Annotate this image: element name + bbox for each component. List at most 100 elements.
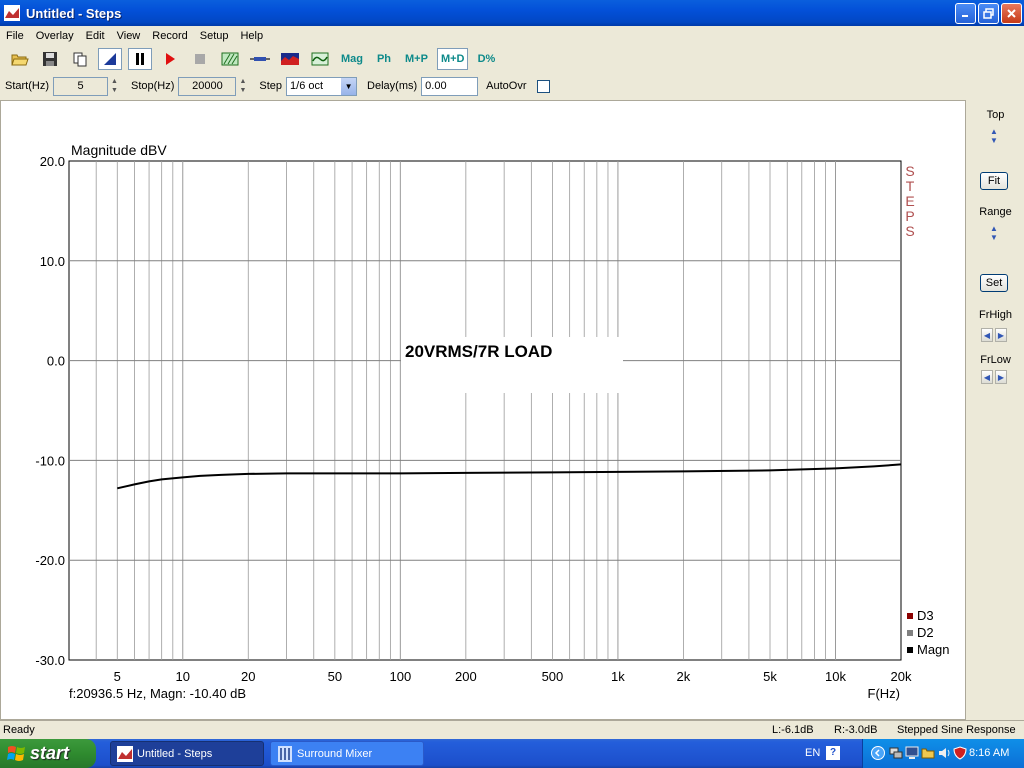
- chart-annotation: 20VRMS/7R LOAD: [405, 342, 552, 361]
- stop-input[interactable]: 20000: [178, 76, 237, 96]
- spin-up-icon: ▲: [990, 224, 998, 233]
- start-label: Start(Hz): [5, 80, 49, 92]
- floppy-icon: [43, 52, 57, 66]
- ph-button[interactable]: Ph: [372, 48, 396, 70]
- pattern-button[interactable]: [218, 48, 242, 70]
- task-steps[interactable]: Untitled - Steps: [110, 741, 264, 766]
- windows-logo-icon: [7, 746, 25, 761]
- app-icon: [4, 5, 20, 21]
- x-tick-label: 20k: [891, 669, 912, 684]
- start-label: start: [30, 743, 70, 763]
- start-spinner[interactable]: ▲ ▼: [108, 77, 121, 96]
- frhigh-label: FrHigh: [978, 309, 1012, 321]
- folder-icon[interactable]: [921, 746, 935, 760]
- probe-button[interactable]: [248, 48, 272, 70]
- chevron-left-icon[interactable]: [871, 746, 885, 760]
- y-tick-label: -20.0: [35, 553, 65, 568]
- shield-icon[interactable]: [953, 746, 967, 760]
- speaker-icon[interactable]: [937, 746, 951, 760]
- copy-button[interactable]: [68, 48, 92, 70]
- autoovr-checkbox[interactable]: [536, 79, 550, 93]
- play-button[interactable]: [158, 48, 182, 70]
- range-spinner[interactable]: ▲ ▼: [986, 224, 1002, 256]
- stop-spinner[interactable]: ▲ ▼: [236, 77, 249, 96]
- dpct-button[interactable]: D%: [474, 48, 498, 70]
- network-icon[interactable]: [889, 746, 903, 760]
- x-tick-label: 2k: [677, 669, 691, 684]
- fit-button[interactable]: Fit: [980, 172, 1008, 190]
- status-right-level: R:-3.0dB: [834, 724, 878, 736]
- legend-swatch: [907, 613, 913, 619]
- x-tick-label: 200: [455, 669, 477, 684]
- status-bar: Ready L:-6.1dB R:-3.0dB Stepped Sine Res…: [0, 720, 1024, 739]
- range-label: Range: [979, 206, 1012, 218]
- chevron-left-icon[interactable]: ◀: [981, 328, 993, 342]
- menu-view[interactable]: View: [111, 30, 147, 42]
- spectrum-button[interactable]: [278, 48, 302, 70]
- spin-up-icon: ▲: [111, 77, 118, 85]
- x-axis-label: F(Hz): [868, 686, 901, 701]
- step-select[interactable]: 1/6 oct ▼: [286, 76, 358, 96]
- spin-up-icon: ▲: [990, 127, 998, 136]
- probe-icon: [250, 57, 270, 61]
- magnitude-chart: 20.0 10.0 0.0 -10.0 -20.0 -30.0 5 10 20 50 100 200 5…: [35, 142, 949, 701]
- status-mode: Stepped Sine Response: [897, 724, 1016, 736]
- y-tick-label: 10.0: [40, 254, 65, 269]
- spin-down-icon: ▼: [239, 87, 247, 94]
- menu-record[interactable]: Record: [146, 30, 193, 42]
- plot-area[interactable]: 20.0 10.0 0.0 -10.0 -20.0 -30.0 5 10 20 50 100 200 5…: [0, 100, 966, 720]
- close-button[interactable]: [1001, 3, 1022, 24]
- delay-input[interactable]: 0.00: [421, 76, 479, 96]
- spin-down-icon: ▼: [990, 136, 998, 145]
- spin-up-icon: ▲: [239, 77, 247, 85]
- minimize-button[interactable]: [955, 3, 976, 24]
- menu-overlay[interactable]: Overlay: [30, 30, 80, 42]
- pause-button[interactable]: [128, 48, 152, 70]
- task-surround-mixer[interactable]: Surround Mixer: [270, 741, 424, 766]
- frlow-arrows[interactable]: ◀ ▶: [981, 370, 1007, 384]
- restore-button[interactable]: [978, 3, 999, 24]
- copy-icon: [73, 52, 87, 67]
- mag-button[interactable]: Mag: [338, 48, 366, 70]
- language-indicator[interactable]: EN: [805, 747, 820, 759]
- md-button[interactable]: M+D: [436, 48, 469, 70]
- stop-icon: [195, 54, 205, 64]
- stop-button[interactable]: [188, 48, 212, 70]
- start-button[interactable]: start: [0, 739, 96, 768]
- restore-icon: [983, 8, 994, 19]
- y-tick-label: -30.0: [35, 653, 65, 668]
- menu-bar: File Overlay Edit View Record Setup Help: [0, 26, 1024, 45]
- start-input[interactable]: 5: [53, 76, 108, 96]
- status-left-level: L:-6.1dB: [772, 724, 814, 736]
- chevron-right-icon[interactable]: ▶: [995, 328, 1007, 342]
- x-tick-label: 20: [241, 669, 255, 684]
- menu-file[interactable]: File: [0, 30, 30, 42]
- legend-swatch: [907, 630, 913, 636]
- right-panel: Top ▲ ▼ Fit Range ▲ ▼ Set FrHigh ◀ ▶ FrLow …: [967, 100, 1024, 720]
- y-tick-label: 0.0: [47, 354, 65, 369]
- menu-edit[interactable]: Edit: [80, 30, 111, 42]
- display-icon[interactable]: [905, 746, 919, 760]
- scope-button[interactable]: [308, 48, 332, 70]
- chevron-left-icon[interactable]: ◀: [981, 370, 993, 384]
- open-button[interactable]: [8, 48, 32, 70]
- pause-icon: [136, 53, 144, 65]
- top-spinner[interactable]: ▲ ▼: [986, 127, 1002, 159]
- chevron-down-icon[interactable]: ▼: [341, 77, 357, 95]
- menu-help[interactable]: Help: [234, 30, 269, 42]
- side-title-letter: S: [905, 223, 914, 239]
- set-button[interactable]: Set: [980, 274, 1008, 292]
- chevron-right-icon[interactable]: ▶: [995, 370, 1007, 384]
- x-tick-label: 5k: [763, 669, 777, 684]
- cursor-mode-button[interactable]: [98, 48, 122, 70]
- mixer-icon: [278, 746, 292, 762]
- frhigh-arrows[interactable]: ◀ ▶: [981, 328, 1007, 342]
- save-button[interactable]: [38, 48, 62, 70]
- x-tick-label: 10: [176, 669, 190, 684]
- app-icon: [117, 746, 133, 762]
- autoovr-label: AutoOvr: [486, 80, 527, 92]
- mp-button[interactable]: M+P: [402, 48, 431, 70]
- menu-setup[interactable]: Setup: [194, 30, 235, 42]
- stop-label: Stop(Hz): [131, 80, 175, 92]
- help-icon[interactable]: ?: [826, 746, 840, 760]
